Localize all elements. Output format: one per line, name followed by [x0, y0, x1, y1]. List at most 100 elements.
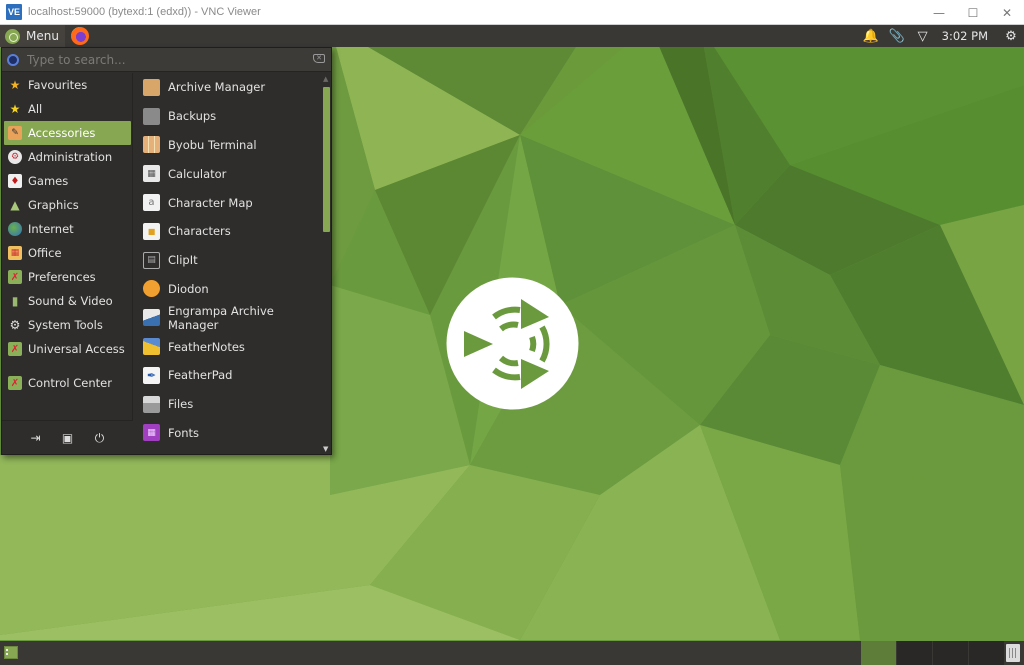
app-archive-manager[interactable]: Archive Manager [134, 73, 322, 102]
category-graphics[interactable]: ▲ Graphics [2, 193, 132, 217]
calculator-icon: ▦ [143, 165, 160, 183]
power-gear-icon[interactable]: ⚙ [998, 29, 1024, 44]
minimize-button[interactable]: — [922, 0, 956, 25]
app-label: ClipIt [168, 253, 198, 268]
category-label: Favourites [28, 78, 88, 92]
ubuntu-mate-menu-icon [5, 28, 20, 44]
graphics-icon: ▲ [10, 198, 20, 212]
session-actions: ⇥ ▣ ⏻ [2, 420, 133, 455]
app-list-scrollbar[interactable]: ▲ ▼ [322, 73, 331, 455]
application-menu: ✕ ★ Favourites ★ All ✎ Accessories ⚙ Adm… [1, 47, 332, 455]
close-button[interactable]: ✕ [990, 0, 1024, 25]
app-label: FeatherPad [168, 368, 233, 383]
workspace-4[interactable] [968, 641, 1004, 665]
files-icon [143, 395, 160, 413]
bottom-panel [0, 641, 1024, 665]
app-label: Characters [168, 224, 231, 239]
administration-icon: ⚙ [8, 150, 22, 164]
category-administration[interactable]: ⚙ Administration [2, 145, 132, 169]
category-accessories[interactable]: ✎ Accessories [4, 121, 131, 145]
category-sound-video[interactable]: ▮ Sound & Video [2, 289, 132, 313]
category-all[interactable]: ★ All [2, 97, 132, 121]
category-system-tools[interactable]: ⚙ System Tools [2, 313, 132, 337]
archive-icon [143, 78, 160, 96]
app-label: Files [168, 397, 194, 412]
category-office[interactable]: ▦ Office [2, 241, 132, 265]
app-calculator[interactable]: ▦ Calculator [134, 159, 322, 188]
app-diodon[interactable]: Diodon [134, 275, 322, 304]
category-label: Accessories [28, 126, 96, 140]
star-icon: ★ [9, 102, 21, 116]
app-label: FeatherNotes [168, 339, 245, 354]
category-internet[interactable]: Internet [2, 217, 132, 241]
application-list: Archive Manager Backups Byobu Terminal ▦… [134, 73, 322, 455]
vnc-viewer-icon: VE [6, 4, 22, 20]
window-titlebar: VE localhost:59000 (bytexd:1 (edxd)) - V… [0, 0, 1024, 25]
wifi-icon[interactable]: ▽ [910, 29, 936, 44]
power-icon[interactable]: ⏻ [92, 430, 108, 446]
top-panel: Menu 🔔 📎 ▽ 3:02 PM ⚙ [0, 25, 1024, 47]
category-preferences[interactable]: ✗ Preferences [2, 265, 132, 289]
app-label: Calculator [168, 166, 227, 181]
logout-icon[interactable]: ⇥ [28, 430, 44, 446]
diodon-icon [143, 280, 160, 298]
app-backups[interactable]: Backups [134, 102, 322, 131]
search-input[interactable] [27, 52, 297, 67]
ubuntu-mate-logo [446, 277, 579, 410]
category-label: Universal Access [28, 342, 125, 356]
scroll-up-icon[interactable]: ▲ [323, 75, 328, 83]
app-label: Fonts [168, 425, 200, 440]
star-icon: ★ [9, 78, 21, 92]
trash-icon[interactable] [1006, 644, 1020, 662]
workspace-1[interactable] [860, 641, 896, 665]
games-icon: ♦ [8, 174, 22, 188]
category-control-center[interactable]: ✗ Control Center [2, 371, 132, 395]
search-icon [7, 53, 19, 66]
menu-label: Menu [26, 29, 59, 43]
scrollbar-thumb[interactable] [323, 87, 330, 232]
app-clipit[interactable]: ▤ ClipIt [134, 246, 322, 275]
app-label: Archive Manager [168, 80, 266, 95]
paperclip-icon[interactable]: 📎 [884, 29, 910, 44]
gear-icon: ⚙ [9, 318, 21, 332]
category-label: Control Center [28, 376, 112, 390]
preferences-icon: ✗ [8, 270, 22, 284]
accessories-icon: ✎ [8, 126, 22, 140]
app-label: Character Map [168, 195, 253, 210]
app-characters[interactable]: ■ Characters [134, 217, 322, 246]
category-games[interactable]: ♦ Games [2, 169, 132, 193]
bell-icon[interactable]: 🔔 [858, 29, 884, 44]
category-label: Office [28, 246, 62, 260]
window-title: localhost:59000 (bytexd:1 (edxd)) - VNC … [28, 6, 261, 18]
engrampa-icon [143, 309, 160, 327]
workspace-switcher [860, 641, 1004, 665]
category-universal-access[interactable]: ✗ Universal Access [2, 337, 132, 361]
show-desktop-button[interactable] [4, 646, 18, 659]
byobu-icon [143, 136, 160, 154]
maximize-button[interactable]: ☐ [956, 0, 990, 25]
firefox-icon[interactable] [70, 27, 89, 45]
workspace-2[interactable] [896, 641, 932, 665]
category-label: All [28, 102, 43, 116]
lock-screen-icon[interactable]: ▣ [60, 430, 76, 446]
app-byobu-terminal[interactable]: Byobu Terminal [134, 131, 322, 160]
app-featherpad[interactable]: ✒ FeatherPad [134, 361, 322, 390]
category-label: Administration [28, 150, 113, 164]
app-character-map[interactable]: a Character Map [134, 188, 322, 217]
app-files[interactable]: Files [134, 390, 322, 419]
workspace-3[interactable] [932, 641, 968, 665]
scroll-down-icon[interactable]: ▼ [323, 445, 328, 453]
app-label: Diodon [168, 281, 209, 296]
app-fonts[interactable]: ▦ Fonts [134, 419, 322, 448]
feathernotes-icon [143, 338, 160, 356]
clock[interactable]: 3:02 PM [936, 29, 998, 43]
backups-icon [143, 107, 160, 125]
app-feathernotes[interactable]: FeatherNotes [134, 332, 322, 361]
main-menu-button[interactable]: Menu [0, 25, 65, 47]
category-favourites[interactable]: ★ Favourites [2, 73, 132, 97]
clear-search-icon[interactable]: ✕ [313, 54, 325, 63]
category-label: Sound & Video [28, 294, 113, 308]
app-engrampa[interactable]: Engrampa Archive Manager [134, 303, 322, 332]
universal-access-icon: ✗ [8, 342, 22, 356]
globe-icon [8, 222, 22, 236]
